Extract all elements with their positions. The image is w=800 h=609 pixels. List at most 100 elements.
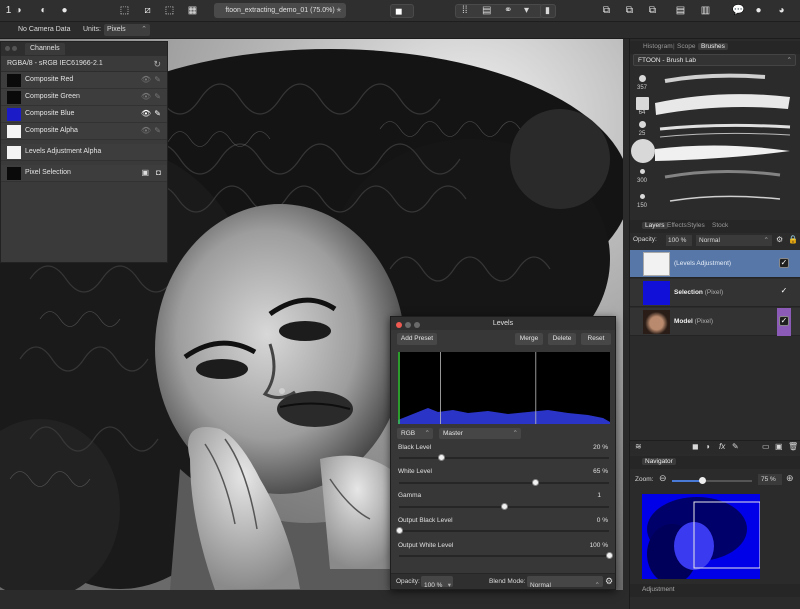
channel-select[interactable]: RGB ⌃ xyxy=(397,428,433,439)
slider-knob[interactable] xyxy=(698,477,706,484)
eye-icon[interactable]: 👁 xyxy=(141,109,151,118)
mask-icon[interactable]: ▤ xyxy=(482,5,491,16)
gear-icon[interactable]: ⚙ xyxy=(776,235,783,244)
add-preset-button[interactable]: Add Preset xyxy=(397,333,437,345)
layer-row-levels[interactable]: (Levels Adjustment) ✓ xyxy=(630,250,800,278)
pencil-icon[interactable]: ✎ xyxy=(154,126,161,135)
lock-icon[interactable]: 🔒 xyxy=(788,235,798,244)
eye-icon[interactable]: 👁 xyxy=(141,75,151,84)
merge-button[interactable]: Merge xyxy=(515,333,543,345)
slider-knob[interactable] xyxy=(532,479,539,486)
reset-button[interactable]: Reset xyxy=(581,333,611,345)
trash-icon[interactable]: 🗑 xyxy=(788,442,798,451)
navigator-preview[interactable] xyxy=(642,494,760,579)
document-tab[interactable]: ftoon_extracting_demo_01 (75.0%) ★ xyxy=(214,3,346,18)
folder-icon[interactable]: ▭ xyxy=(762,442,770,451)
distribute-icon[interactable]: ▥ xyxy=(699,4,712,17)
pencil-icon[interactable]: ✎ xyxy=(154,92,161,101)
zoom-in-icon[interactable]: ⊕ xyxy=(786,473,794,484)
panel-controls[interactable] xyxy=(5,46,19,53)
link-icon[interactable]: ⚭ xyxy=(504,5,512,16)
white-level-slider[interactable] xyxy=(399,479,609,486)
brush-category-select[interactable]: FTOON - Brush Lab ⌃ xyxy=(633,54,796,66)
tab-stock[interactable]: Stock xyxy=(712,222,728,229)
transform-icon[interactable]: ⬚ xyxy=(163,4,176,17)
refresh-icon[interactable]: ↻ xyxy=(153,56,161,72)
star-icon[interactable]: ★ xyxy=(336,3,342,18)
shapes-icon[interactable]: ◕ xyxy=(775,4,788,17)
delete-button[interactable]: Delete xyxy=(548,333,576,345)
zoom-field[interactable]: 75 % xyxy=(758,474,782,485)
slider-knob[interactable] xyxy=(395,527,403,534)
black-level-slider[interactable] xyxy=(399,454,609,461)
tab-histogram[interactable]: Histogram xyxy=(643,43,673,50)
pencil-icon[interactable]: ✎ xyxy=(154,109,161,118)
assistant-icon[interactable]: ● xyxy=(752,4,765,17)
tab-navigator[interactable]: Navigator xyxy=(642,458,676,465)
tab-scope[interactable]: Scope xyxy=(677,43,695,50)
layer-row-model[interactable]: Model (Pixel) ✓ xyxy=(630,308,800,336)
output-black-slider[interactable] xyxy=(395,527,609,534)
duplicate-icon[interactable]: ⧉ xyxy=(646,4,659,17)
arrange-icon[interactable]: ⧉ xyxy=(600,4,613,17)
channel-row[interactable]: Composite Red 👁 ✎ xyxy=(1,72,167,89)
eye-icon[interactable]: 👁 xyxy=(141,126,151,135)
channel-row[interactable]: Composite Blue 👁 ✎ xyxy=(1,106,167,123)
layers-icon[interactable]: ⧉ xyxy=(623,4,636,17)
channel-row[interactable]: Composite Alpha 👁 ✎ xyxy=(1,123,167,140)
selection-icon[interactable]: ⧄ xyxy=(141,4,154,17)
chat-icon[interactable]: 💬 xyxy=(732,4,745,17)
photo-persona-icon[interactable]: ◑ xyxy=(12,4,25,17)
output-black-value[interactable]: 0 % xyxy=(597,517,608,524)
units-select[interactable]: Pixels ⌃ xyxy=(104,24,150,36)
layer-visibility-checkbox[interactable]: ✓ xyxy=(779,316,789,326)
fx-icon[interactable]: fx xyxy=(719,442,725,451)
close-icon[interactable] xyxy=(396,322,402,328)
marquee-icon[interactable]: ⬚ xyxy=(118,4,131,17)
layer-visibility-checkbox[interactable]: ✓ xyxy=(779,287,789,297)
tab-layers[interactable]: Layers xyxy=(642,222,668,229)
channel-pixel-selection[interactable]: Pixel Selection ▣ ◘ xyxy=(1,165,167,182)
mask-icon[interactable]: ◼ xyxy=(692,442,699,451)
slider-knob[interactable] xyxy=(605,552,613,559)
preset-select[interactable]: Master ⌃ xyxy=(439,428,521,439)
tab-effects[interactable]: Effects xyxy=(667,222,687,229)
zoom-out-icon[interactable]: ⊖ xyxy=(659,473,667,484)
opacity-field[interactable]: 100 % ▾ xyxy=(421,576,453,589)
tab-styles[interactable]: Styles xyxy=(687,222,705,229)
fill-square-icon[interactable]: ▣ xyxy=(141,168,149,177)
tab-brushes[interactable]: Brushes xyxy=(698,43,728,50)
display-mode-button[interactable]: ◼ xyxy=(390,4,414,18)
tab-adjustment[interactable]: Adjustment xyxy=(642,586,675,593)
develop-persona-icon[interactable]: ● xyxy=(58,4,71,17)
blend-mode-select[interactable]: Normal ⌃ xyxy=(527,576,603,589)
eye-icon[interactable]: 👁 xyxy=(141,92,151,101)
brush-icon[interactable]: ✎ xyxy=(732,442,739,451)
grid-icon[interactable]: ▦ xyxy=(186,4,199,17)
channel-levels-alpha[interactable]: Levels Adjustment Alpha xyxy=(1,144,167,161)
slider-knob[interactable] xyxy=(500,503,508,510)
minimize-icon[interactable] xyxy=(405,322,411,328)
align-icon[interactable]: ▤ xyxy=(674,4,687,17)
white-level-value[interactable]: 65 % xyxy=(593,468,608,475)
gamma-slider[interactable] xyxy=(399,503,609,510)
new-layer-icon[interactable]: ▣ xyxy=(775,442,783,451)
slider-knob[interactable] xyxy=(437,454,445,461)
dots-icon[interactable]: ⁞⁞ xyxy=(462,5,468,16)
chevron-down-icon[interactable]: ▾ xyxy=(524,5,529,16)
output-white-value[interactable]: 100 % xyxy=(590,542,608,549)
quick-mask-button[interactable]: ▮ xyxy=(540,4,556,18)
layer-stack-icon[interactable]: ≋ xyxy=(635,442,642,451)
zoom-icon[interactable] xyxy=(414,322,420,328)
tab-channels[interactable]: Channels xyxy=(25,43,65,55)
pencil-icon[interactable]: ✎ xyxy=(154,75,161,84)
channel-row[interactable]: Composite Green 👁 ✎ xyxy=(1,89,167,106)
channels-titlebar[interactable]: Channels xyxy=(1,42,167,56)
layer-visibility-checkbox[interactable]: ✓ xyxy=(779,258,789,268)
layers-blend-select[interactable]: Normal ⌃ xyxy=(696,235,772,246)
levels-titlebar[interactable]: Levels xyxy=(391,317,615,330)
gamma-value[interactable]: 1 xyxy=(597,492,601,499)
output-white-slider[interactable] xyxy=(399,552,613,559)
mask-icon[interactable]: ◘ xyxy=(156,168,161,177)
gear-icon[interactable]: ⚙ xyxy=(605,576,613,587)
